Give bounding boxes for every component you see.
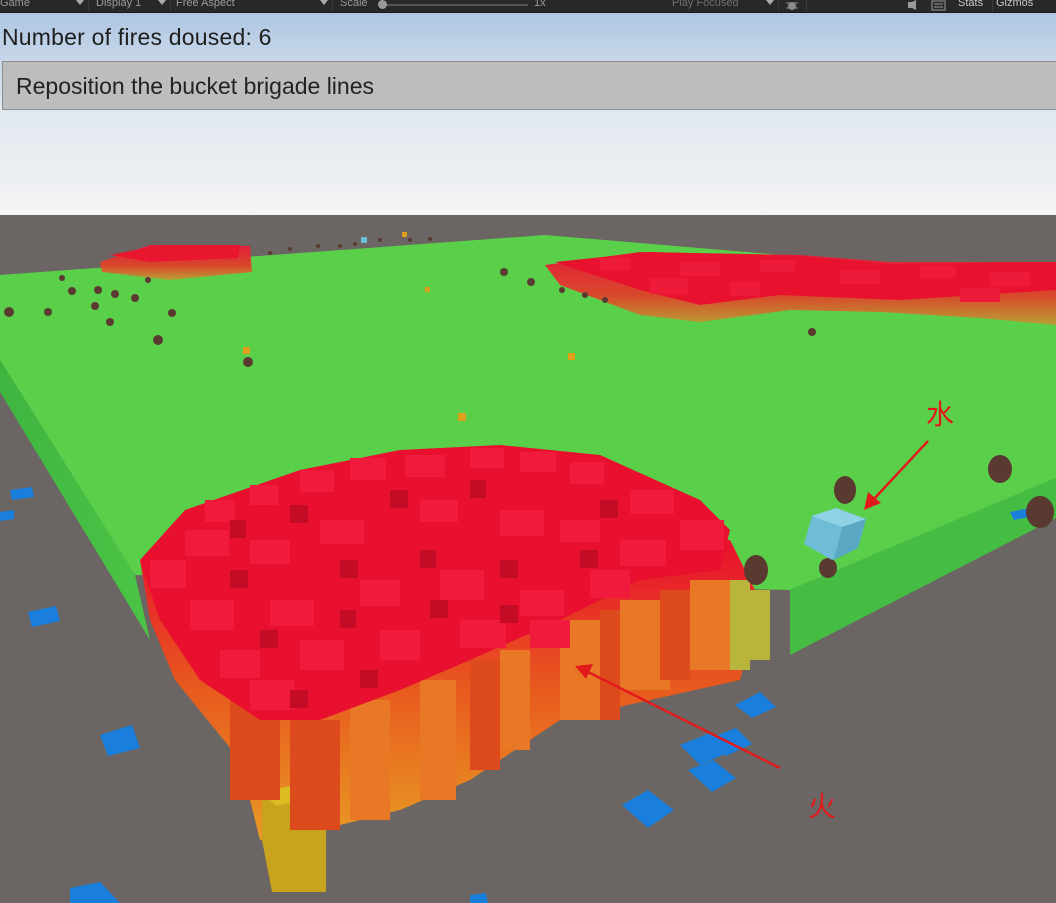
gizmos-dropdown[interactable]: Gizmos <box>996 0 1033 11</box>
display-dropdown[interactable]: Display 1 <box>96 0 171 11</box>
chevron-down-icon <box>76 0 84 5</box>
keyboard-icon[interactable] <box>931 0 947 11</box>
fire-annotation-label: 火 <box>808 790 837 823</box>
bug-icon[interactable] <box>785 0 799 11</box>
audio-icon[interactable] <box>905 0 921 11</box>
game-tab-label: Game <box>0 0 30 9</box>
fires-doused-counter: Number of fires doused: 6 <box>2 24 272 50</box>
scale-value: 1x <box>534 0 546 9</box>
scene-render <box>0 13 1056 903</box>
game-view-dropdown[interactable]: Game <box>0 0 89 11</box>
play-mode-label: Play Focused <box>672 0 739 9</box>
water-annotation-label: 水 <box>926 398 955 431</box>
chevron-down-icon <box>766 0 774 5</box>
aspect-dropdown[interactable]: Free Aspect <box>176 0 333 11</box>
play-mode-dropdown[interactable]: Play Focused <box>672 0 779 11</box>
scale-slider-track[interactable] <box>383 4 528 6</box>
display-label: Display 1 <box>96 0 142 9</box>
stats-button[interactable]: Stats <box>958 0 983 11</box>
chevron-down-icon <box>158 0 166 5</box>
reposition-brigade-button[interactable]: Reposition the bucket brigade lines <box>2 61 1056 110</box>
aspect-label: Free Aspect <box>176 0 235 9</box>
chevron-down-icon <box>320 0 328 5</box>
game-viewport <box>0 13 1056 903</box>
scale-label: Scale <box>340 0 368 9</box>
unity-toolbar: Game Display 1 Free Aspect Scale 1x Play… <box>0 0 1056 13</box>
scale-slider-handle[interactable] <box>378 0 387 9</box>
far-blue-marker <box>361 237 367 243</box>
